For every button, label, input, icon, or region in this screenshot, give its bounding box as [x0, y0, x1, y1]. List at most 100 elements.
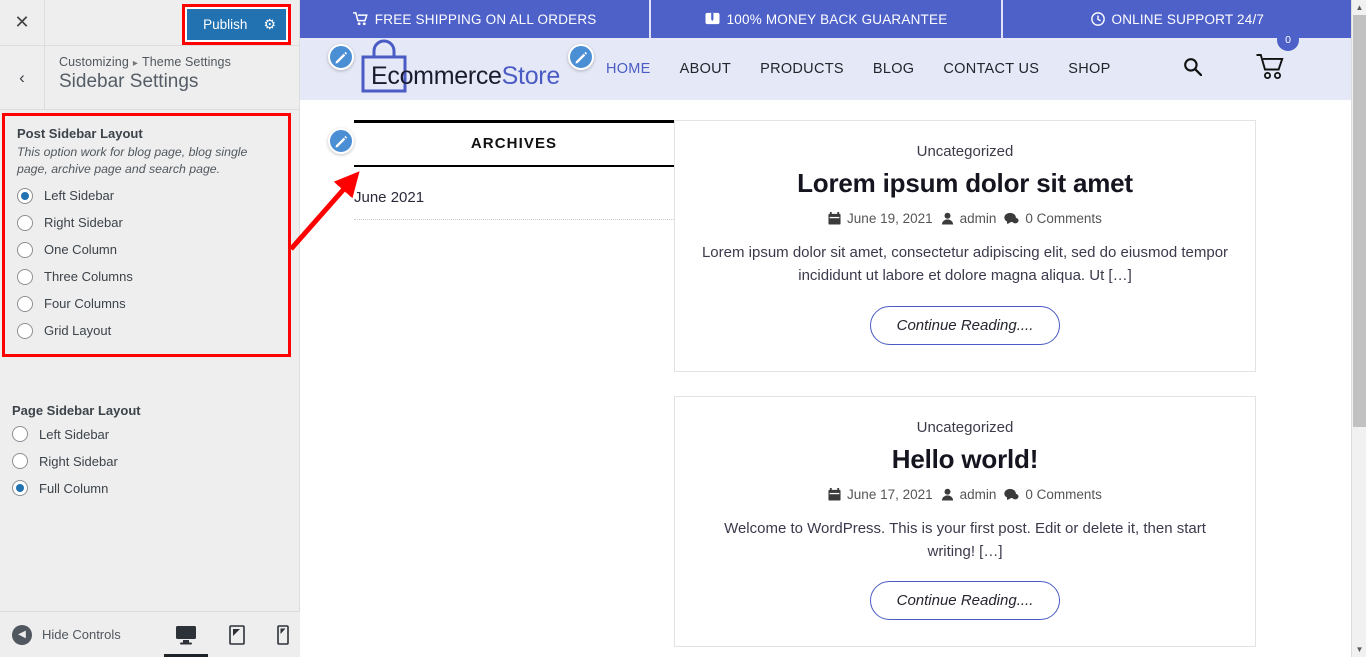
breadcrumb-current[interactable]: Theme Settings: [142, 55, 231, 69]
gear-icon[interactable]: ⚙: [263, 16, 276, 33]
radio-page-left-sidebar[interactable]: Left Sidebar: [12, 426, 287, 442]
post-card: Uncategorized Hello world! June 17, 2021: [674, 395, 1256, 647]
device-mobile-button[interactable]: [277, 624, 289, 645]
post-author: admin: [941, 211, 996, 226]
main-navigation: HOME ABOUT PRODUCTS BLOG CONTACT US SHOP: [606, 61, 1111, 77]
radio-page-full-column[interactable]: Full Column: [12, 480, 287, 496]
post-comments-label: 0 Comments: [1025, 486, 1102, 502]
post-category[interactable]: Uncategorized: [701, 143, 1229, 160]
radio-label: Four Columns: [44, 296, 126, 312]
publish-label: Publish: [203, 17, 248, 32]
radio-post-one-column[interactable]: One Column: [17, 241, 276, 258]
archives-widget-header: ARCHIVES: [354, 120, 674, 167]
user-icon: [941, 212, 953, 225]
radio-label: Full Column: [39, 480, 109, 496]
radio-indicator[interactable]: [17, 214, 33, 231]
announcement-text: 100% MONEY BACK GUARANTEE: [726, 11, 948, 27]
radio-post-three-columns[interactable]: Three Columns: [17, 268, 276, 285]
radio-indicator[interactable]: [12, 426, 28, 442]
scroll-up-arrow-icon[interactable]: ▲: [1352, 0, 1366, 15]
nav-item-shop[interactable]: SHOP: [1068, 61, 1110, 77]
edit-shortcut-menu[interactable]: [568, 44, 594, 70]
announcement-online-support: ONLINE SUPPORT 24/7: [1000, 0, 1352, 38]
pencil-icon: [335, 135, 347, 147]
continue-reading-button[interactable]: Continue Reading....: [869, 305, 1061, 345]
post-date-label: June 19, 2021: [847, 211, 933, 226]
site-preview-frame: FREE SHIPPING ON ALL ORDERS 100% MONEY B…: [300, 0, 1366, 657]
post-author-label: admin: [959, 486, 997, 502]
page-title: Sidebar Settings: [59, 71, 199, 92]
pencil-icon: [335, 51, 347, 63]
search-icon[interactable]: [1183, 57, 1203, 81]
announcement-money-back: 100% MONEY BACK GUARANTEE: [649, 0, 1000, 38]
post-title[interactable]: Lorem ipsum dolor sit amet: [701, 168, 1229, 199]
post-author: admin: [941, 486, 997, 502]
page-sidebar-layout-section: Page Sidebar Layout Left Sidebar Right S…: [12, 403, 287, 497]
nav-item-products[interactable]: PRODUCTS: [760, 61, 844, 77]
post-category[interactable]: Uncategorized: [701, 419, 1229, 436]
close-icon: ✕: [14, 12, 30, 32]
radio-label: Left Sidebar: [44, 188, 115, 204]
continue-reading-button[interactable]: Continue Reading....: [869, 581, 1061, 620]
page-sidebar-layout-title: Page Sidebar Layout: [12, 403, 141, 418]
radio-indicator[interactable]: [17, 241, 33, 258]
radio-post-four-columns[interactable]: Four Columns: [17, 295, 276, 312]
radio-page-right-sidebar[interactable]: Right Sidebar: [12, 453, 287, 469]
list-item[interactable]: June 2021: [354, 189, 674, 220]
radio-indicator[interactable]: [17, 295, 33, 312]
calendar-icon: [828, 487, 841, 501]
page-scrollbar[interactable]: ▲ ▼: [1351, 0, 1366, 657]
radio-post-right-sidebar[interactable]: Right Sidebar: [17, 214, 276, 231]
post-comments: 0 Comments: [1004, 487, 1102, 502]
cart-icon[interactable]: 0: [1256, 29, 1299, 85]
post-title[interactable]: Hello world!: [701, 444, 1229, 475]
cart-icon: [352, 12, 368, 26]
radio-indicator[interactable]: [12, 480, 28, 496]
nav-item-contact-us[interactable]: CONTACT US: [943, 61, 1039, 77]
customizer-topbar: ✕ Publish ⚙: [0, 0, 299, 46]
publish-highlight-box: Publish ⚙: [182, 4, 291, 45]
scroll-down-arrow-icon[interactable]: ▼: [1352, 642, 1366, 657]
radio-indicator[interactable]: [17, 268, 33, 285]
preview-post-list: Uncategorized Lorem ipsum dolor sit amet…: [674, 120, 1314, 657]
device-desktop-button[interactable]: [175, 625, 197, 645]
archives-widget-list: June 2021: [354, 189, 674, 220]
comments-icon: [1004, 488, 1019, 500]
theme-customizer-panel: ✕ Publish ⚙ ‹ Customizing ▸ Theme Settings…: [0, 0, 300, 657]
cart-count-badge: 0: [1277, 29, 1299, 51]
radio-indicator[interactable]: [17, 187, 33, 204]
hide-controls-label: Hide Controls: [42, 627, 121, 642]
post-excerpt: Welcome to WordPress. This is your first…: [724, 519, 1206, 560]
tablet-icon: [229, 624, 245, 645]
nav-item-blog[interactable]: BLOG: [873, 61, 915, 77]
radio-post-left-sidebar[interactable]: Left Sidebar: [17, 187, 276, 204]
post-date: June 19, 2021: [828, 211, 933, 226]
back-button[interactable]: ‹: [0, 46, 45, 109]
desktop-icon: [176, 625, 196, 644]
publish-button[interactable]: Publish ⚙: [187, 9, 286, 40]
radio-label: One Column: [44, 242, 117, 258]
badge-icon: [705, 12, 720, 25]
edit-shortcut-logo[interactable]: [328, 44, 354, 70]
device-tablet-button[interactable]: [229, 624, 245, 645]
breadcrumb-separator-icon: ▸: [132, 58, 138, 69]
radio-indicator[interactable]: [17, 322, 33, 339]
breadcrumb-root[interactable]: Customizing: [59, 55, 129, 69]
post-sidebar-layout-description: This option work for blog page, blog sin…: [17, 145, 248, 176]
site-header: EcommerceStore HOME ABOUT PRODUCTS BLOG …: [300, 29, 1352, 100]
radio-post-grid-layout[interactable]: Grid Layout: [17, 322, 276, 339]
logo-secondary: Store: [501, 61, 561, 90]
chevron-left-icon: ‹: [19, 67, 25, 87]
post-date-label: June 17, 2021: [847, 486, 933, 502]
announcement-text: ONLINE SUPPORT 24/7: [1111, 11, 1265, 27]
scrollbar-thumb[interactable]: [1353, 15, 1366, 427]
radio-indicator[interactable]: [12, 453, 28, 469]
close-customizer-button[interactable]: ✕: [0, 0, 45, 45]
hide-controls-button[interactable]: ◀ Hide Controls: [0, 624, 121, 645]
customizer-controls-body: Post Sidebar Layout This option work for…: [0, 110, 299, 656]
edit-shortcut-widget[interactable]: [328, 128, 354, 154]
nav-item-home[interactable]: HOME: [606, 61, 651, 77]
post-meta: June 17, 2021 admin 0 Comments: [701, 487, 1229, 502]
nav-item-about[interactable]: ABOUT: [680, 61, 731, 77]
announcement-free-shipping: FREE SHIPPING ON ALL ORDERS: [300, 0, 649, 38]
